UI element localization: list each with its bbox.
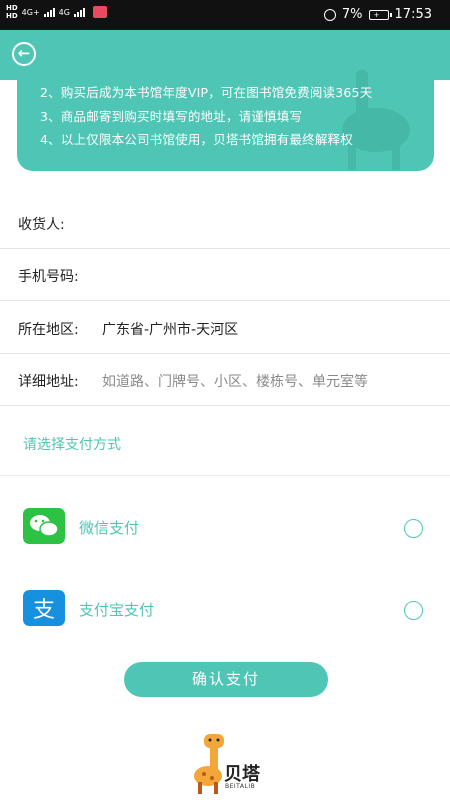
payment-title: 请选择支付方式 (23, 437, 121, 453)
battery-icon: + (368, 9, 392, 20)
phone-row[interactable]: 手机号码: (0, 249, 450, 301)
status-left: HD HD 4G+ 4G (6, 4, 107, 20)
hd-indicators: HD HD (6, 4, 18, 20)
payment-title-row: 请选择支付方式 (0, 408, 450, 476)
network-type-1: 4G+ (21, 7, 40, 17)
region-value[interactable]: 广东省-广州市-天河区 (102, 319, 238, 339)
notice-line-2: 2、购买后成为本书馆年度VIP，可在图书馆免费阅读365天 (40, 85, 373, 100)
phone-label: 手机号码: (18, 269, 79, 285)
receiver-row[interactable]: 收货人: (0, 197, 450, 249)
alipay-icon: 支 (23, 590, 65, 626)
alarm-icon (323, 8, 336, 21)
wechat-pay-icon (23, 508, 65, 544)
battery-percent: 7% (341, 7, 363, 22)
wechat-pay-label: 微信支付 (79, 519, 140, 537)
signal-icon (43, 7, 55, 17)
network-type-2: 4G (58, 7, 70, 17)
address-label: 详细地址: (18, 374, 79, 390)
alipay-label: 支付宝支付 (79, 601, 155, 619)
region-label: 所在地区: (18, 322, 79, 338)
arrow-left-icon: ← (17, 44, 31, 62)
clock: 17:53 (394, 7, 432, 22)
address-row[interactable]: 详细地址: 如道路、门牌号、小区、楼栋号、单元室等 (0, 354, 450, 406)
address-input[interactable]: 如道路、门牌号、小区、楼栋号、单元室等 (102, 371, 368, 391)
region-row[interactable]: 所在地区: 广东省-广州市-天河区 (0, 302, 450, 354)
status-right: 7% + 17:53 (323, 7, 432, 22)
notice-line-4: 4、以上仅限本公司书馆使用，贝塔书馆拥有最终解释权 (40, 132, 353, 147)
receiver-label: 收货人: (18, 217, 65, 233)
confirm-pay-button[interactable]: 确认支付 (124, 662, 328, 697)
signal-icon-2 (73, 7, 85, 17)
notification-app-icon (92, 6, 107, 18)
notice-line-3: 3、商品邮寄到购买时填写的地址，请谨慎填写 (40, 109, 303, 124)
alipay-radio[interactable] (404, 601, 423, 620)
wechat-pay-option[interactable]: 微信支付 (0, 484, 450, 564)
svg-text:支: 支 (33, 598, 55, 623)
notice-card: 2、购买后成为本书馆年度VIP，可在图书馆免费阅读365天 3、商品邮寄到购买时… (17, 70, 434, 171)
back-button[interactable]: ← (12, 42, 36, 66)
alipay-option[interactable]: 支 支付宝支付 (0, 566, 450, 646)
wechat-pay-radio[interactable] (404, 519, 423, 538)
brand-subtitle: BEITALIB (225, 783, 256, 790)
status-bar: HD HD 4G+ 4G 7% + 17:53 (0, 0, 450, 30)
